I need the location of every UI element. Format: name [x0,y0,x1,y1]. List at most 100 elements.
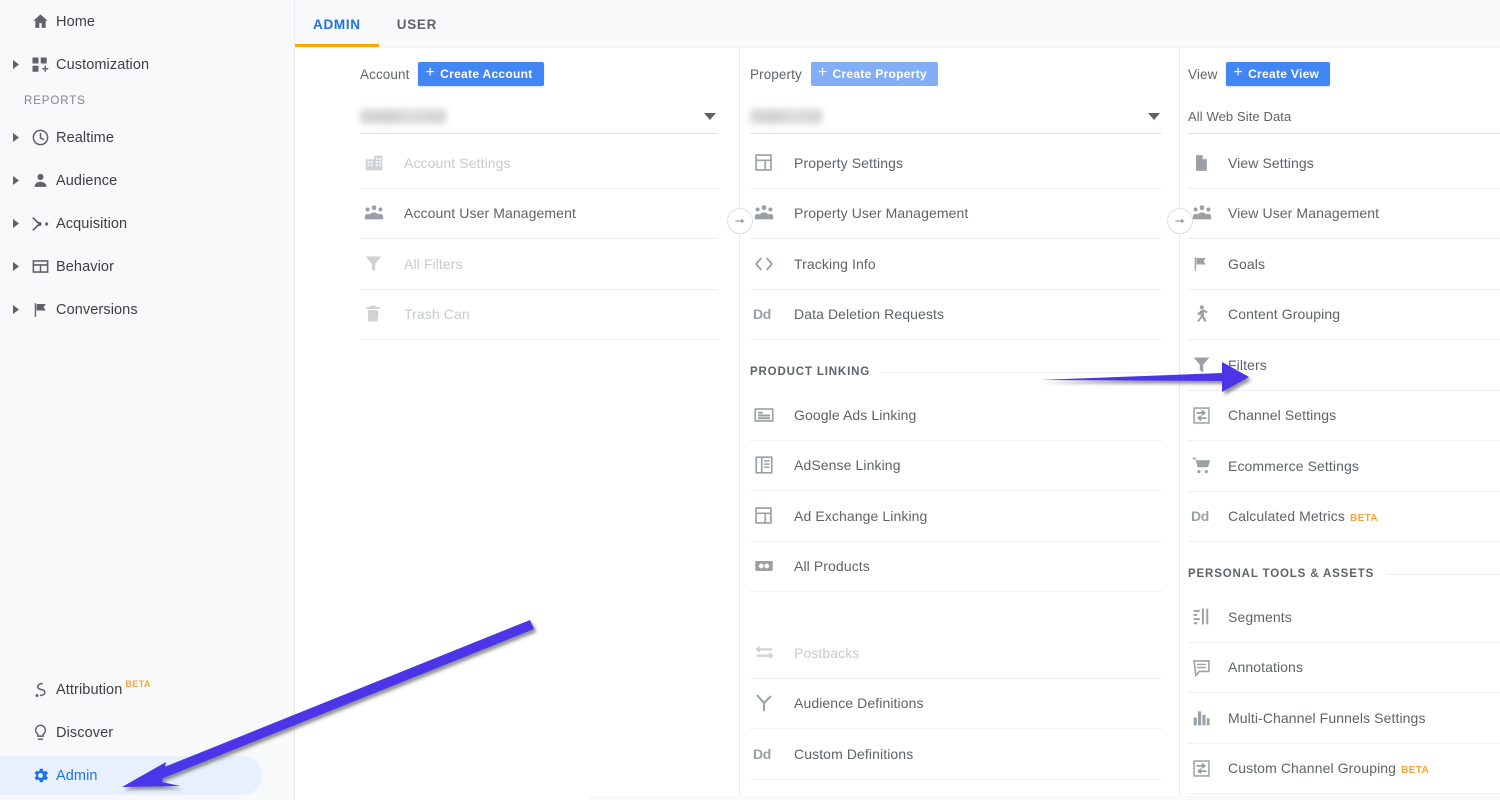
menu-item-adsense-linking[interactable]: AdSense Linking [750,441,1162,492]
menu-item-label: Data Deletion Requests [794,306,944,322]
menu-item-ecommerce-settings[interactable]: Ecommerce Settings [1188,441,1500,492]
create-view-button[interactable]: + Create View [1226,62,1330,86]
view-selector[interactable]: All Web Site Data [1188,100,1500,134]
caret-placeholder [8,14,24,30]
sidebar-item-attribution[interactable]: AttributionBETA [0,668,294,711]
menu-item-all-filters: All Filters [360,239,718,290]
beta-badge: BETA [125,679,150,689]
menu-item-annotations[interactable]: Annotations [1188,643,1500,694]
funnel-icon [360,253,404,274]
menu-item-label: Content Grouping [1228,306,1340,322]
property-selected-name [750,109,822,124]
plus-icon: + [425,65,435,81]
menu-item-label: Account Settings [404,155,511,171]
tab-bar: ADMIN USER [295,0,1500,48]
sidebar-item-label: Conversions [56,302,138,318]
document-icon [1188,153,1228,173]
menu-item-data-deletion-requests[interactable]: DdData Deletion Requests [750,290,1162,341]
menu-item-label: Ecommerce Settings [1228,458,1359,474]
menu-item-filters[interactable]: Filters [1188,340,1500,391]
sidebar-item-admin[interactable]: Admin [0,754,294,797]
menu-item-segments[interactable]: Segments [1188,592,1500,643]
property-selector[interactable] [750,100,1162,134]
sidebar-item-acquisition[interactable]: Acquisition [0,202,294,245]
menu-item-label: Annotations [1228,659,1303,675]
menu-item-label: All Products [794,558,870,574]
sidebar-item-conversions[interactable]: Conversions [0,288,294,331]
menu-item-tracking-info[interactable]: Tracking Info [750,239,1162,290]
sidebar-item-behavior[interactable]: Behavior [0,245,294,288]
menu-item-audience-definitions[interactable]: Audience Definitions [750,679,1162,730]
code-icon [750,253,794,275]
account-panel: Account + Create Account Account Setting… [295,48,740,800]
menu-item-property-settings[interactable]: Property Settings [750,138,1162,189]
menu-item-label: Postbacks [794,645,860,661]
home-icon [24,10,56,34]
audience-def-icon [750,692,794,714]
account-selector[interactable] [360,100,718,134]
menu-item-label: Account User Management [404,205,576,221]
property-menu-list: Property Settings Property User Managemen… [750,134,1162,340]
main-content: ADMIN USER Account + Create Account [295,0,1500,800]
view-panel-header: View + Create View [1188,48,1500,100]
menu-item-multi-channel-funnels-settings[interactable]: Multi-Channel Funnels Settings [1188,693,1500,744]
chevron-right-icon[interactable] [8,57,24,73]
menu-item-account-user-management[interactable]: Account User Management [360,189,718,240]
chevron-right-icon[interactable] [8,302,24,318]
sidebar-item-label: Admin [56,768,98,784]
sidebar-item-discover[interactable]: Discover [0,711,294,754]
personal-tools-group-header: PERSONAL TOOLS & ASSETS [1188,556,1500,592]
chevron-right-icon[interactable] [8,259,24,275]
channel-icon [1188,758,1228,779]
menu-item-custom-channel-grouping[interactable]: Custom Channel GroupingBETA [1188,744,1500,795]
tab-user-label: USER [397,17,437,32]
menu-item-label: Property User Management [794,205,968,221]
sidebar-bottom-group: AttributionBETADiscover Admin [0,668,294,800]
create-property-button[interactable]: + Create Property [811,62,938,86]
tab-admin[interactable]: ADMIN [295,1,379,47]
customization-icon [24,53,56,77]
acquisition-icon [24,212,56,236]
menu-item-trash-can: Trash Can [360,290,718,341]
funnel-icon [1188,354,1228,375]
beta-badge: BETA [1401,765,1429,776]
menu-item-property-user-management[interactable]: Property User Management [750,189,1162,240]
building-icon [360,152,404,174]
postbacks-icon [750,641,794,664]
flag-icon [24,298,56,322]
menu-item-view-settings[interactable]: View Settings [1188,138,1500,189]
chevron-right-icon[interactable] [8,173,24,189]
sidebar-item-label: Realtime [56,130,114,146]
chevron-right-icon[interactable] [8,216,24,232]
menu-item-ad-exchange-linking[interactable]: Ad Exchange Linking [750,491,1162,542]
menu-item-google-ads-linking[interactable]: Google Ads Linking [750,390,1162,441]
menu-item-calculated-metrics[interactable]: DdCalculated MetricsBETA [1188,492,1500,543]
menu-item-content-grouping[interactable]: Content Grouping [1188,290,1500,341]
view-panel-title: View [1188,67,1217,82]
sidebar-section-reports: REPORTS [0,86,294,116]
menu-item-view-user-management[interactable]: View User Management [1188,189,1500,240]
sidebar-item-home[interactable]: Home [0,0,294,43]
view-menu-list: View SettingsView User ManagementGoals Co… [1188,134,1500,542]
tab-user[interactable]: USER [379,1,455,47]
product-linking-group-header: PRODUCT LINKING [750,354,1162,390]
chevron-down-icon [1148,113,1160,120]
sidebar: HomeCustomization REPORTS Realtime Audien… [0,0,295,800]
people-icon [750,202,794,224]
property-linking-list: Google Ads LinkingAdSense LinkingAd Exch… [750,390,1162,592]
account-panel-title: Account [360,67,409,82]
personal-tools-label: PERSONAL TOOLS & ASSETS [1188,568,1374,580]
menu-item-custom-definitions[interactable]: DdCustom Definitions [750,729,1162,780]
annotations-icon [1188,657,1228,678]
sidebar-item-label: Audience [56,173,117,189]
create-account-button[interactable]: + Create Account [418,62,543,86]
menu-item-all-products[interactable]: All Products [750,542,1162,593]
menu-item-label: Channel Settings [1228,407,1336,423]
flag-icon [1188,255,1228,273]
sidebar-item-realtime[interactable]: Realtime [0,116,294,159]
sidebar-item-audience[interactable]: Audience [0,159,294,202]
menu-item-goals[interactable]: Goals [1188,239,1500,290]
sidebar-item-customization[interactable]: Customization [0,43,294,86]
menu-item-channel-settings[interactable]: Channel Settings [1188,391,1500,442]
chevron-right-icon[interactable] [8,130,24,146]
